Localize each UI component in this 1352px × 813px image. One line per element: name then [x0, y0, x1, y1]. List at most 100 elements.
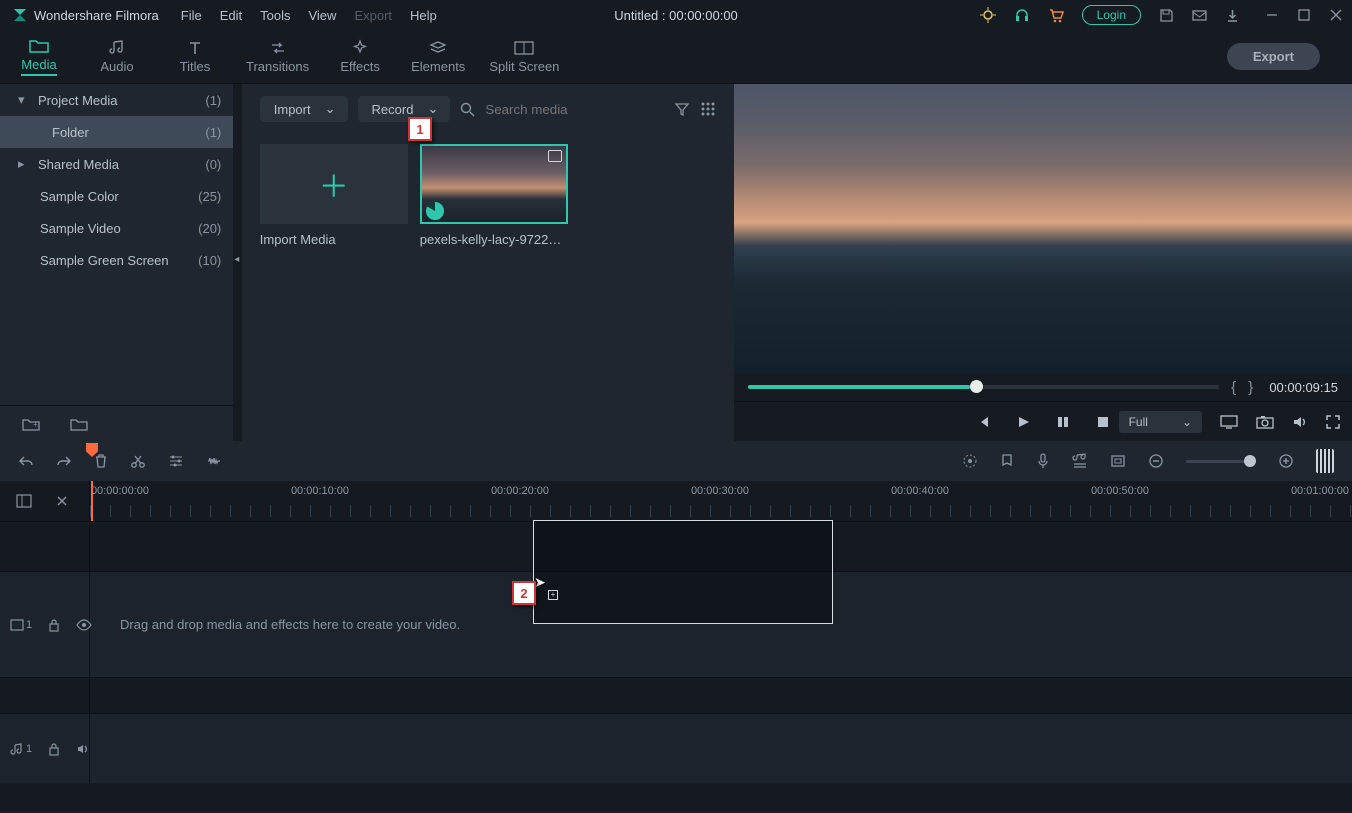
cart-icon[interactable] [1048, 7, 1064, 23]
zoom-thumb[interactable] [1244, 455, 1256, 467]
audio-track-icon: 1 [10, 742, 32, 756]
fullscreen-icon[interactable] [1326, 415, 1340, 429]
record-dropdown[interactable]: Record ⌄ [358, 96, 451, 122]
zoom-in-icon[interactable] [1278, 453, 1294, 469]
timeline-ruler[interactable]: 00:00:00:00 00:00:10:00 00:00:20:00 00:0… [90, 481, 1352, 521]
track-options-icon[interactable] [16, 494, 32, 508]
video-track[interactable]: 1 Drag and drop media and effects here t… [0, 571, 1352, 677]
playhead[interactable] [91, 481, 93, 521]
quality-dropdown[interactable]: Full⌄ [1119, 411, 1202, 433]
maximize-icon[interactable] [1298, 9, 1310, 21]
tab-titles[interactable]: Titles [168, 39, 222, 74]
menu-tools[interactable]: Tools [260, 8, 290, 23]
menu-help[interactable]: Help [410, 8, 437, 23]
folder-icon[interactable] [70, 417, 88, 431]
seek-thumb[interactable] [970, 380, 983, 393]
close-icon[interactable] [1330, 9, 1342, 21]
main-menu: File Edit Tools View Export Help [181, 8, 437, 23]
menu-edit[interactable]: Edit [220, 8, 242, 23]
sidebar-item-folder[interactable]: Folder (1) [0, 116, 233, 148]
chevron-down-icon: ⌄ [1182, 415, 1192, 429]
play-button[interactable] [1016, 415, 1030, 429]
module-tabs: Media Audio Titles Transitions Effects E… [0, 30, 1352, 84]
title-bar: Wondershare Filmora File Edit Tools View… [0, 0, 1352, 30]
media-clip-card[interactable]: pexels-kelly-lacy-9722139 [420, 144, 568, 247]
trim-icon[interactable] [54, 493, 70, 509]
volume-icon[interactable] [1292, 414, 1308, 430]
export-button[interactable]: Export [1227, 43, 1320, 70]
sidebar-item-shared-media[interactable]: ▸ Shared Media (0) [0, 148, 233, 180]
sidebar-item-project-media[interactable]: ▾ Project Media (1) [0, 84, 233, 116]
media-thumbnail [420, 144, 568, 224]
text-icon [187, 39, 203, 57]
window-controls [1266, 9, 1342, 21]
in-out-markers[interactable]: { } [1231, 379, 1257, 396]
swap-icon [269, 39, 287, 57]
preview-seek-bar[interactable] [748, 385, 1219, 389]
marker-icon[interactable] [1000, 453, 1014, 469]
chevron-down-icon: ⌄ [427, 101, 438, 117]
import-dropdown[interactable]: Import ⌄ [260, 96, 348, 122]
svg-text:+: + [33, 420, 38, 429]
menu-export: Export [354, 8, 392, 23]
crop-icon[interactable] [1110, 454, 1126, 468]
audio-wave-icon[interactable] [206, 454, 224, 468]
menu-view[interactable]: View [308, 8, 336, 23]
sidebar-item-sample-green-screen[interactable]: Sample Green Screen (10) [0, 244, 233, 276]
tab-split-screen[interactable]: Split Screen [489, 39, 559, 74]
tab-transitions[interactable]: Transitions [246, 39, 309, 74]
zoom-slider[interactable] [1186, 460, 1256, 463]
chevron-down-icon: ▾ [18, 92, 30, 108]
sidebar-item-sample-video[interactable]: Sample Video (20) [0, 212, 233, 244]
speaker-icon[interactable] [76, 742, 90, 756]
preview-progress: { } 00:00:09:15 [734, 373, 1352, 401]
prev-frame-button[interactable] [976, 415, 990, 429]
menu-file[interactable]: File [181, 8, 202, 23]
tab-effects[interactable]: Effects [333, 39, 387, 74]
import-media-card[interactable]: ＋ Import Media [260, 144, 408, 247]
lock-icon[interactable] [48, 742, 60, 756]
filter-icon[interactable] [674, 101, 690, 117]
audio-track[interactable]: 1 [0, 713, 1352, 783]
stop-button[interactable] [1096, 415, 1110, 429]
redo-icon[interactable] [56, 454, 72, 468]
headphones-icon[interactable] [1014, 7, 1030, 23]
minimize-icon[interactable] [1266, 9, 1278, 21]
mic-icon[interactable] [1036, 453, 1050, 469]
zoom-fit-button[interactable] [1316, 449, 1334, 473]
pause-button[interactable] [1056, 415, 1070, 429]
preview-timecode: 00:00:09:15 [1269, 380, 1338, 395]
media-sidebar: ▾ Project Media (1) Folder (1) ▸ Shared … [0, 84, 233, 441]
new-folder-icon[interactable]: + [22, 417, 40, 431]
preview-canvas[interactable] [734, 84, 1352, 373]
tab-elements[interactable]: Elements [411, 39, 465, 74]
panel-splitter[interactable]: ◂ [233, 84, 242, 441]
drag-preview-box [533, 520, 833, 624]
search-input[interactable] [483, 101, 664, 118]
adjust-icon[interactable] [168, 454, 184, 468]
split-icon[interactable] [130, 453, 146, 469]
display-icon[interactable] [1220, 415, 1238, 429]
undo-icon[interactable] [18, 454, 34, 468]
save-icon[interactable] [1159, 8, 1174, 23]
splitter-handle-icon: ◂ [234, 254, 239, 265]
mail-icon[interactable] [1192, 8, 1207, 23]
app-logo-icon [12, 7, 28, 23]
callout-1: 1 [408, 117, 432, 141]
render-icon[interactable] [962, 453, 978, 469]
tab-media[interactable]: Media [12, 37, 66, 76]
sun-icon[interactable] [980, 7, 996, 23]
download-icon[interactable] [1225, 8, 1240, 23]
login-button[interactable]: Login [1082, 5, 1141, 25]
timeline: 00:00:00:00 00:00:10:00 00:00:20:00 00:0… [0, 481, 1352, 811]
cursor-plus-icon: + [548, 590, 558, 600]
progress-ring-icon [426, 202, 444, 220]
tab-audio[interactable]: Audio [90, 39, 144, 74]
zoom-out-icon[interactable] [1148, 453, 1164, 469]
snapshot-icon[interactable] [1256, 415, 1274, 429]
lock-icon[interactable] [48, 618, 60, 632]
delete-icon[interactable] [94, 453, 108, 469]
audio-mixer-icon[interactable] [1072, 453, 1088, 469]
grid-view-icon[interactable] [700, 101, 716, 117]
sidebar-item-sample-color[interactable]: Sample Color (25) [0, 180, 233, 212]
